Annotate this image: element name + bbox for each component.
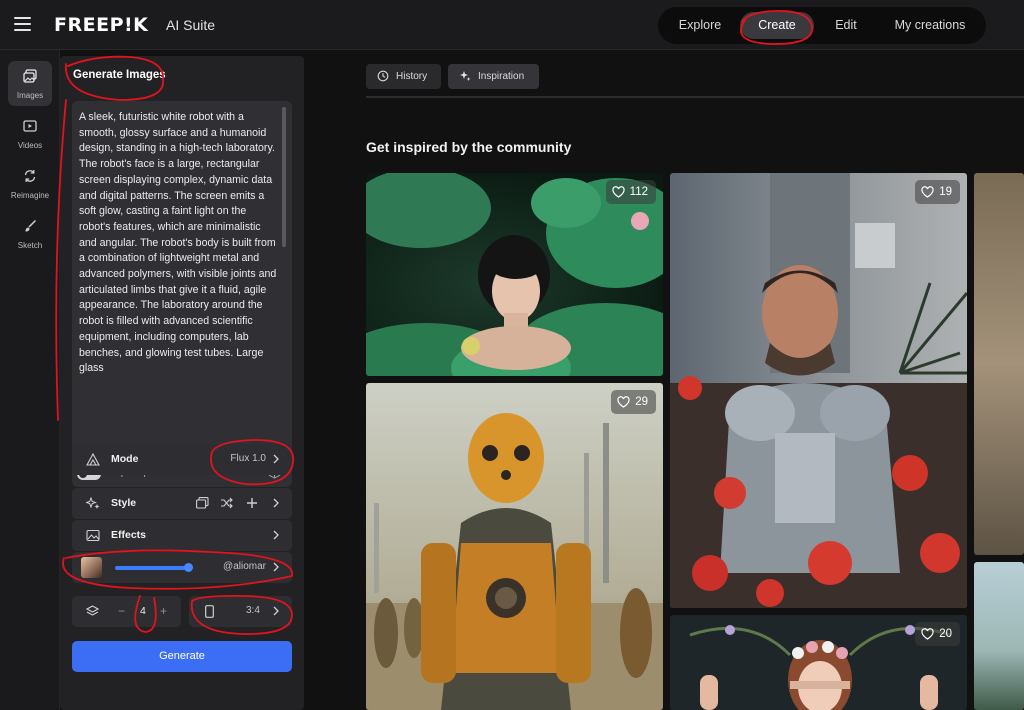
rail-label: Reimagine [10,191,50,200]
generate-button[interactable]: Generate [72,641,292,672]
nav-edit[interactable]: Edit [820,12,872,39]
like-badge[interactable]: 19 [915,180,960,204]
community-image-card[interactable] [974,562,1024,710]
nav-my-creations[interactable]: My creations [882,12,978,39]
character-strength-slider[interactable] [115,563,193,572]
aspect-ratio-value: 3:4 [246,605,260,616]
decrement-button[interactable]: − [118,604,125,618]
slider-thumb[interactable] [184,563,193,572]
layers-icon [86,605,99,616]
character-handle: @aliomar [223,561,266,572]
tab-inspiration[interactable]: Inspiration [448,64,539,89]
chevron-right-icon [273,454,279,464]
prompt-scrollbar[interactable] [282,107,286,247]
ai-suite-label: AI Suite [166,17,216,33]
character-avatar [81,557,102,578]
like-count: 19 [939,186,952,198]
shuffle-icon[interactable] [220,497,233,509]
rail-label: Videos [17,141,43,150]
heart-icon [612,186,625,198]
effects-row[interactable]: Effects [72,520,292,551]
main-nav: Explore Create Edit My creations [658,7,986,44]
community-heading: Get inspired by the community [366,139,572,155]
nav-explore[interactable]: Explore [668,12,732,39]
chevron-right-icon [273,530,279,540]
heart-icon [921,186,934,198]
nav-create[interactable]: Create [740,12,814,39]
increment-button[interactable]: + [160,604,167,618]
rail-images[interactable]: Images [8,61,52,106]
mode-icon [86,453,100,466]
like-count: 29 [635,396,648,408]
effects-icon [86,529,100,542]
images-icon [23,69,37,83]
mode-value: Flux 1.0 [230,453,266,464]
rail-label: Sketch [17,241,43,250]
tab-label: Inspiration [478,71,525,82]
style-label: Style [111,497,137,509]
rail-label: Images [16,91,44,100]
mode-label: Mode [111,453,139,465]
image-count-control: − 4 + [72,596,181,627]
mode-row[interactable]: Mode Flux 1.0 [72,444,292,475]
prompt-textarea[interactable]: A sleek, futuristic white robot with a s… [72,101,292,487]
portrait-icon [205,605,214,618]
brush-icon [25,219,37,232]
rail-reimagine[interactable]: Reimagine [8,161,52,206]
like-badge[interactable]: 29 [611,390,656,414]
rail-sketch[interactable]: Sketch [8,211,52,256]
like-badge[interactable]: 112 [605,180,656,204]
heart-icon [617,396,630,408]
community-image-card[interactable]: 19 [670,173,967,608]
like-badge[interactable]: 20 [915,622,960,646]
chevron-right-icon [273,606,279,616]
rusty-robot-image [366,413,663,710]
chevron-right-icon [273,498,279,508]
menu-icon[interactable] [14,17,31,31]
tab-history[interactable]: History [366,64,441,89]
image-count-value[interactable]: 4 [140,605,146,617]
community-image-card[interactable]: 112 [366,173,663,376]
rail-videos[interactable]: Videos [8,111,52,156]
like-count: 20 [939,628,952,640]
history-icon [377,70,389,82]
like-count: 112 [629,186,648,198]
character-row[interactable]: @aliomar [72,552,292,583]
style-gallery-icon[interactable] [196,497,209,509]
video-icon [23,120,37,132]
history-strip [366,96,1024,98]
sparkle-icon [460,71,471,81]
community-image-card[interactable]: 20 [670,615,967,710]
community-image-card[interactable] [974,173,1024,555]
reimagine-icon [24,170,36,182]
heart-icon [921,628,934,640]
generate-panel: Generate Images A sleek, futuristic whit… [60,56,304,710]
tab-label: History [396,71,428,82]
top-bar: FREEP!K AI Suite Explore Create Edit My … [0,0,1024,50]
aspect-ratio-control[interactable]: 3:4 [189,596,292,627]
tool-rail: Images Videos Reimagine Sketch [0,50,60,710]
add-style-icon[interactable] [246,497,258,509]
chevron-right-icon [273,562,279,572]
community-image-card[interactable]: 29 [366,383,663,710]
style-icon [86,497,100,509]
style-row[interactable]: Style [72,488,292,519]
prompt-text[interactable]: A sleek, futuristic white robot with a s… [79,110,279,400]
panel-title: Generate Images [73,69,166,81]
armored-knight-image [670,173,967,608]
effects-label: Effects [111,529,147,541]
freepik-logo[interactable]: FREEP!K [54,14,148,36]
